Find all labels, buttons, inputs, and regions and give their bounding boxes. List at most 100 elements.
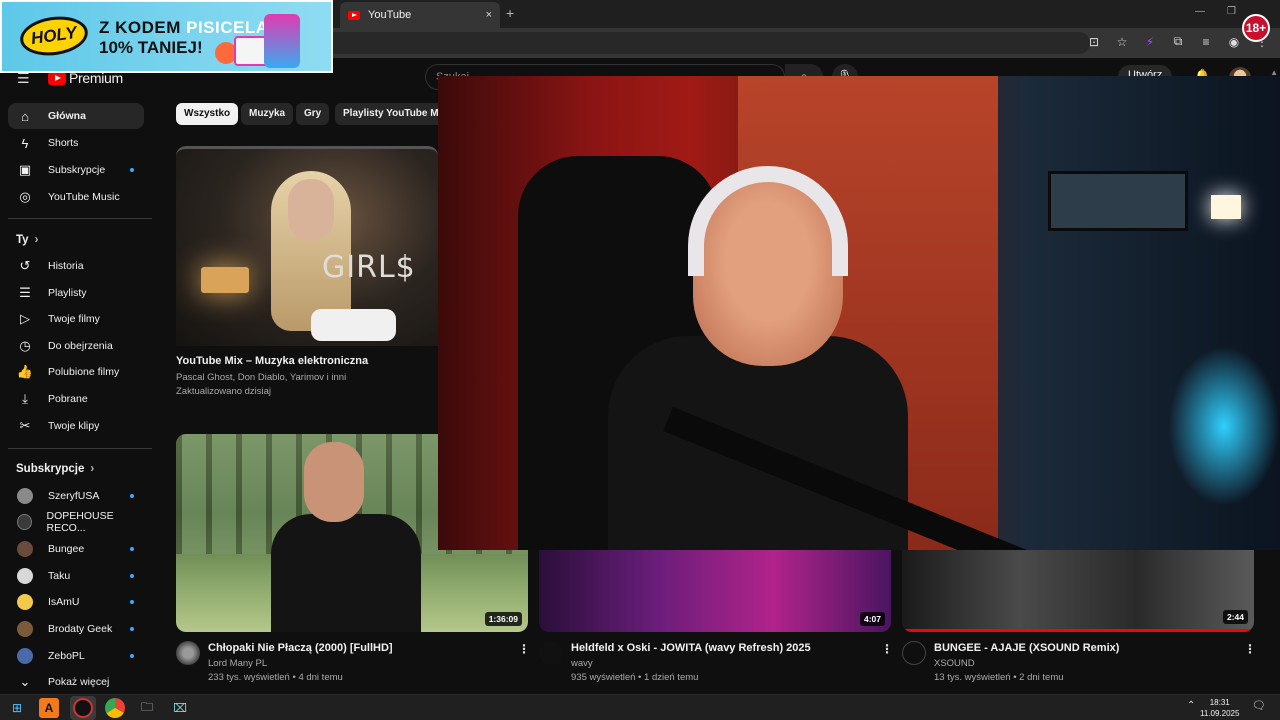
- mix-title[interactable]: YouTube Mix – Muzyka elektroniczna: [176, 355, 368, 367]
- sidebar-item-label: YouTube Music: [48, 191, 120, 203]
- sidebar-item-watch-later[interactable]: ◷ Do obejrzenia: [8, 333, 144, 359]
- video-thumbnail[interactable]: 2:44: [902, 550, 1254, 632]
- watch-progress-bar: [902, 629, 1254, 632]
- ad-banner[interactable]: HOLY Z KODEM PISICELA 10% TANIEJ!: [0, 0, 333, 73]
- channel-avatar: [17, 621, 33, 637]
- sidebar-subscription[interactable]: IsAmU: [8, 589, 144, 615]
- sidebar-item-subscriptions[interactable]: ▣ Subskrypcje: [8, 157, 144, 183]
- music-icon: ◎: [19, 189, 31, 204]
- sidebar-item-label: Twoje filmy: [48, 313, 100, 325]
- chip-music[interactable]: Muzyka: [241, 103, 294, 125]
- sidebar-subscription[interactable]: DOPEHOUSE RECO...: [8, 509, 144, 535]
- clips-icon: ✂: [19, 418, 31, 433]
- video-channel[interactable]: XSOUND: [934, 658, 975, 669]
- install-app-icon[interactable]: ⊡: [1086, 35, 1102, 49]
- video-channel[interactable]: wavy: [571, 658, 593, 669]
- background-monitor: [1048, 171, 1188, 231]
- restore-icon[interactable]: ❐: [1227, 6, 1236, 17]
- chip-youtube-mix[interactable]: Playlisty YouTube Mix: [335, 103, 455, 125]
- sidebar-item-your-videos[interactable]: ▷ Twoje filmy: [8, 306, 144, 332]
- media-control-icon[interactable]: ≡: [1198, 35, 1214, 49]
- chrome-icon[interactable]: [105, 698, 125, 718]
- notification-icon[interactable]: 🗨: [1252, 699, 1266, 712]
- your-videos-icon: ▷: [20, 311, 30, 326]
- sidebar-item-liked[interactable]: 👍 Polubione filmy: [8, 359, 144, 385]
- sidebar-heading-subscriptions[interactable]: Subskrypcje ›: [16, 463, 94, 475]
- channel-avatar[interactable]: [902, 641, 926, 665]
- chip-games[interactable]: Gry: [296, 103, 330, 125]
- app-launcher-icon[interactable]: A: [39, 698, 59, 718]
- video-meta: 13 tys. wyświetleń • 2 dni temu: [934, 672, 1064, 683]
- shaker-image: [264, 14, 300, 68]
- extensions-puzzle-icon[interactable]: ⧉: [1170, 34, 1186, 49]
- new-content-dot: [130, 627, 134, 631]
- sidebar-item-label: ZeboPL: [48, 650, 85, 662]
- more-options-icon[interactable]: ⋮: [881, 642, 893, 656]
- terminal-icon[interactable]: ⌧: [170, 698, 190, 718]
- window-controls: — ❐: [1195, 6, 1236, 17]
- profile-icon[interactable]: ◉: [1226, 35, 1242, 49]
- video-title[interactable]: BUNGEE - AJAJE (XSOUND Remix): [934, 642, 1119, 654]
- sidebar-item-label: Taku: [48, 570, 71, 582]
- sidebar-item-label: Subskrypcje: [48, 164, 106, 176]
- show-more-button[interactable]: ⌄ Pokaż więcej: [8, 669, 144, 695]
- extension-icon[interactable]: ⚡: [1142, 35, 1158, 49]
- chip-all[interactable]: Wszystko: [176, 103, 239, 125]
- new-content-dot: [130, 494, 134, 498]
- thumbnail-text: GIRL$: [322, 250, 416, 285]
- url-input[interactable]: [300, 32, 1090, 54]
- sidebar-item-clips[interactable]: ✂ Twoje klipy: [8, 413, 144, 439]
- sidebar-item-home[interactable]: ⌂ Główna: [8, 103, 144, 129]
- sidebar-item-downloads[interactable]: ⤓ Pobrane: [8, 386, 144, 412]
- sidebar-item-label: Polubione filmy: [48, 366, 120, 378]
- more-options-icon[interactable]: ⋮: [518, 642, 530, 656]
- windows-start-icon[interactable]: ⊞: [7, 698, 27, 718]
- more-options-icon[interactable]: ⋮: [1244, 642, 1256, 656]
- mix-thumbnail[interactable]: GIRL$: [176, 146, 438, 346]
- video-duration: 2:44: [1222, 610, 1248, 624]
- tray-chevron-up-icon[interactable]: ⌃: [1187, 700, 1195, 711]
- tab-youtube[interactable]: YouTube ×: [340, 2, 500, 28]
- sidebar-item-youtube-music[interactable]: ◎ YouTube Music: [8, 184, 144, 210]
- studio-light: [1211, 195, 1241, 219]
- ad-headline: Z KODEM PISICELA: [99, 18, 269, 38]
- minimize-icon[interactable]: —: [1195, 6, 1205, 17]
- file-explorer-icon[interactable]: 🗀: [137, 698, 157, 718]
- sidebar-item-label: Twoje klipy: [48, 420, 100, 432]
- sidebar-subscription[interactable]: SzeryfUSA: [8, 483, 144, 509]
- clock-time: 18:31: [1209, 698, 1230, 707]
- sidebar-subscription[interactable]: Brodaty Geek: [8, 616, 144, 642]
- sidebar-item-history[interactable]: ↺ Historia: [8, 253, 144, 279]
- sidebar-subscription[interactable]: Taku: [8, 563, 144, 589]
- channel-avatar: [17, 514, 32, 530]
- video-thumbnail[interactable]: 4:07: [539, 550, 891, 632]
- thumbnail-face: [304, 442, 364, 522]
- cyan-led-light: [1168, 346, 1280, 506]
- bookmark-star-icon[interactable]: ☆: [1114, 35, 1130, 49]
- thumbnail-clothing: [311, 309, 396, 341]
- sidebar-subscription[interactable]: Bungee: [8, 536, 144, 562]
- channel-avatar[interactable]: [176, 641, 200, 665]
- watch-later-icon: ◷: [19, 338, 31, 353]
- chevron-right-icon: ›: [90, 463, 95, 475]
- sidebar-subscription[interactable]: ZeboPL: [8, 643, 144, 669]
- sidebar-item-label: Historia: [48, 260, 84, 272]
- obs-icon[interactable]: [73, 698, 93, 718]
- sidebar-item-shorts[interactable]: ϟ Shorts: [8, 130, 144, 156]
- video-duration: 1:36:09: [484, 612, 522, 626]
- system-clock[interactable]: 18:31 11.09.2025: [1200, 697, 1239, 719]
- video-title[interactable]: Chłopaki Nie Płaczą (2000) [FullHD]: [208, 642, 393, 654]
- ad-headline-prefix: Z KODEM: [99, 18, 187, 37]
- ad-discount: 10% TANIEJ!: [99, 38, 203, 57]
- sidebar-item-playlists[interactable]: ☰ Playlisty: [8, 280, 144, 306]
- tab-close-icon[interactable]: ×: [486, 9, 492, 21]
- video-channel[interactable]: Lord Many PL: [208, 658, 267, 669]
- channel-avatar[interactable]: [539, 641, 563, 665]
- tab-title: YouTube: [368, 9, 412, 21]
- sidebar-heading-you[interactable]: Ty ›: [16, 234, 38, 246]
- video-title[interactable]: Heldfeld x Oski - JOWITA (wavy Refresh) …: [571, 642, 811, 654]
- download-icon: ⤓: [22, 391, 28, 406]
- channel-avatar: [17, 488, 33, 504]
- sidebar-item-label: IsAmU: [48, 596, 80, 608]
- new-tab-button[interactable]: +: [506, 5, 514, 21]
